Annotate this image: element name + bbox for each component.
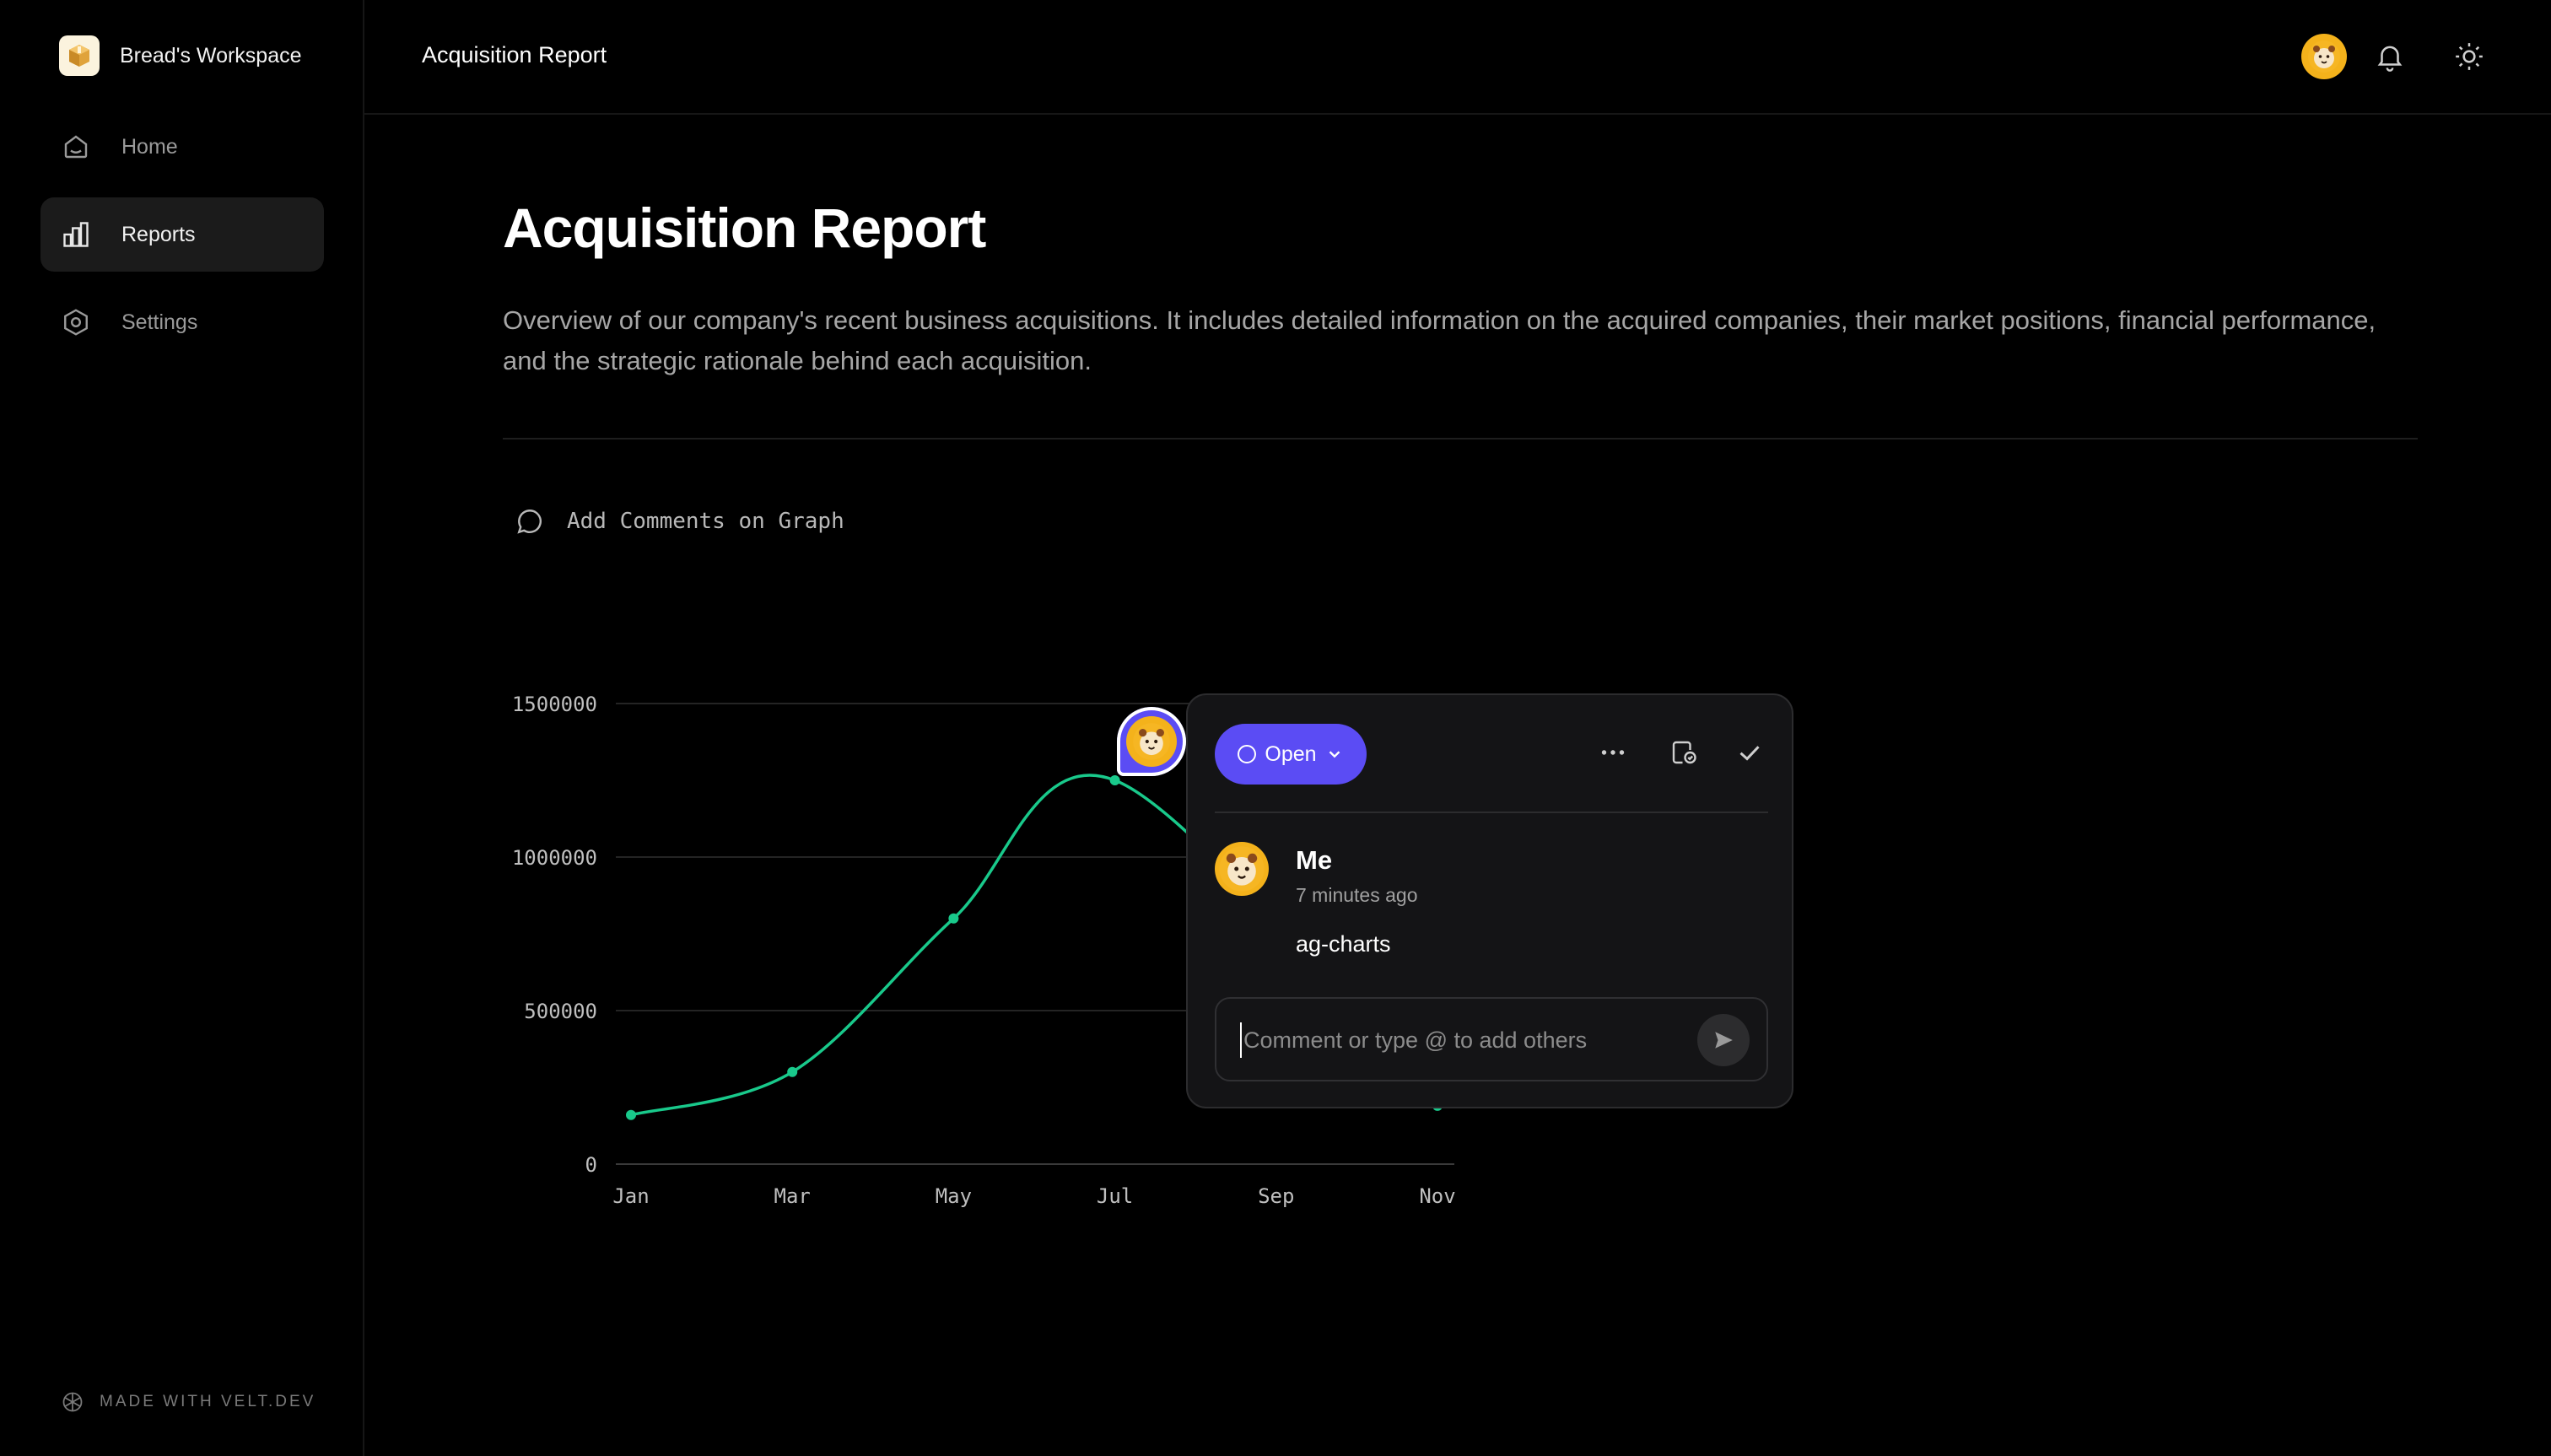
comment-bubble-icon <box>517 510 542 534</box>
sidebar-item-reports[interactable]: Reports <box>40 197 324 272</box>
page-title: Acquisition Report <box>503 197 986 259</box>
y-tick-label: 0 <box>585 1153 597 1177</box>
x-tick-label: Nov <box>1419 1184 1455 1208</box>
send-button[interactable] <box>1697 1014 1750 1066</box>
comment-composer <box>1215 997 1768 1081</box>
lion-avatar-icon <box>1133 723 1170 760</box>
status-dropdown-button[interactable]: Open <box>1215 724 1367 785</box>
data-point <box>787 1066 798 1077</box>
workspace-switcher[interactable]: Bread's Workspace <box>59 34 302 78</box>
comment-timestamp: 7 minutes ago <box>1296 884 1418 906</box>
page-description: Overview of our company's recent busines… <box>503 305 2376 375</box>
workspace-name: Bread's Workspace <box>120 43 302 67</box>
sidebar: Bread's Workspace Home Reports Settings … <box>0 0 364 1456</box>
y-tick-label: 1500000 <box>512 693 597 716</box>
bar-chart-icon <box>63 222 89 247</box>
status-label: Open <box>1265 741 1317 766</box>
dialog-divider <box>1215 812 1768 813</box>
sidebar-item-home[interactable]: Home <box>40 110 324 184</box>
divider <box>503 438 2418 439</box>
sidebar-item-label: Reports <box>121 222 196 246</box>
made-with-label: MADE WITH VELT.DEV <box>100 1393 316 1410</box>
sidebar-item-label: Settings <box>121 310 198 334</box>
comment-author: Me <box>1296 845 1333 875</box>
sidebar-item-label: Home <box>121 134 178 159</box>
home-icon <box>64 135 88 159</box>
add-comments-button[interactable]: Add Comments on Graph <box>515 506 844 537</box>
settings-icon <box>64 309 88 336</box>
x-tick-label: Jan <box>612 1184 649 1208</box>
lion-avatar-icon <box>2308 40 2340 73</box>
send-icon <box>1715 1032 1733 1049</box>
top-bar: Acquisition Report <box>364 0 2551 115</box>
pin-avatar <box>1126 716 1177 767</box>
sun-icon[interactable] <box>2453 40 2485 73</box>
x-tick-label: Mar <box>774 1184 811 1208</box>
y-tick-label: 1000000 <box>512 846 597 870</box>
assign-icon[interactable] <box>1669 737 1699 768</box>
comment-dialog: Open Me 7 minutes ago ag-charts <box>1186 693 1793 1108</box>
comment-author-avatar <box>1215 842 1269 896</box>
y-tick-label: 500000 <box>524 1000 597 1023</box>
velt-logo-icon <box>62 1392 83 1412</box>
data-point <box>626 1109 636 1120</box>
user-avatar[interactable] <box>2301 34 2347 79</box>
box-icon <box>59 35 100 76</box>
made-with-velt-link[interactable]: MADE WITH VELT.DEV <box>61 1390 316 1414</box>
data-point <box>948 913 959 924</box>
data-point <box>1109 775 1120 785</box>
bell-icon[interactable] <box>2374 40 2406 73</box>
x-tick-label: May <box>936 1184 972 1208</box>
x-tick-label: Sep <box>1258 1184 1294 1208</box>
comment-body: ag-charts <box>1296 931 1391 957</box>
chevron-down-icon <box>1329 751 1340 758</box>
lion-avatar-icon <box>1219 846 1265 892</box>
sidebar-item-settings[interactable]: Settings <box>40 285 324 359</box>
more-options-icon[interactable] <box>1598 737 1628 768</box>
resolve-check-icon[interactable] <box>1734 737 1765 768</box>
comment-pin[interactable] <box>1117 707 1186 776</box>
comment-input[interactable] <box>1240 1022 1684 1058</box>
x-tick-label: Jul <box>1097 1184 1133 1208</box>
add-comments-label: Add Comments on Graph <box>567 509 844 534</box>
header-title: Acquisition Report <box>422 42 607 67</box>
open-status-icon <box>1238 745 1257 763</box>
